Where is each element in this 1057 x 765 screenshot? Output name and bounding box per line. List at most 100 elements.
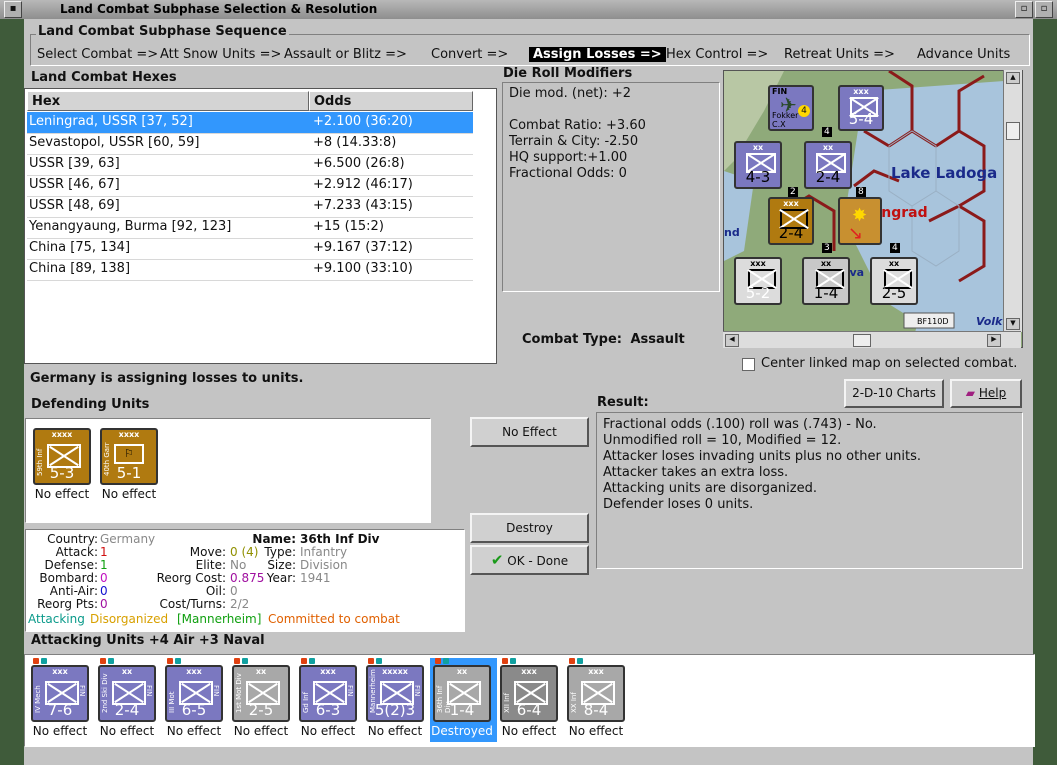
hex-name: China [75, 134]	[29, 240, 131, 255]
unit-status-dot	[41, 658, 47, 664]
attacking-unit-counter[interactable]: xxx Gd Inf FIN 6-3	[299, 665, 357, 722]
result-title: Result:	[595, 395, 651, 410]
hex-row[interactable]: Leningrad, USSR [37, 52] +2.100 (36:20)	[27, 112, 473, 134]
attacking-unit-result: No effect	[367, 724, 423, 738]
bf110-label: BF110D	[917, 317, 949, 326]
unit-status-dot	[502, 658, 508, 664]
scroll-down-icon[interactable]: ▼	[1006, 318, 1020, 330]
unit-strength: 6-5	[181, 701, 207, 719]
modifier-line: HQ support:+1.00	[509, 150, 628, 165]
maximize-button[interactable]: ▫	[1035, 1, 1053, 18]
help-label: Help	[978, 386, 1007, 400]
hex-row[interactable]: USSR [48, 69] +7.233 (43:15)	[27, 196, 473, 218]
unit-status-dot	[510, 658, 516, 664]
stack-marker: 3	[822, 243, 832, 253]
unit-size: xxx	[853, 87, 869, 96]
oil-label: Oil:	[205, 584, 226, 598]
left-frame	[0, 19, 24, 765]
right-frame	[1033, 19, 1057, 765]
defense-value: 1	[100, 558, 108, 572]
defending-unit-result: No effect	[34, 487, 90, 501]
elite-label: Elite:	[195, 558, 226, 572]
unit-strength: 5(2)3	[374, 701, 416, 719]
hex-row[interactable]: Sevastopol, USSR [60, 59] +8 (14.33:8)	[27, 133, 473, 155]
defending-unit-counter[interactable]: xxxx 59th Inf 5-3	[33, 428, 91, 485]
no-effect-button[interactable]: No Effect	[470, 417, 589, 447]
attacking-panel: xxx IV Mech FIN 7-6 No effect xx 2nd Ski Div FI…	[24, 654, 1035, 747]
attacking-unit-counter[interactable]: xx 2nd Ski Div FIN 2-4	[98, 665, 156, 722]
reorg-label: Reorg Pts:	[37, 597, 98, 611]
attacking-unit-result: No effect	[568, 724, 624, 738]
hex-row[interactable]: China [89, 138] +9.100 (33:10)	[27, 259, 473, 281]
attacking-unit-counter[interactable]: xx 1st Mot Div 2-5	[232, 665, 290, 722]
hex-list[interactable]: Hex Odds Leningrad, USSR [37, 52] +2.100 …	[24, 88, 497, 364]
ok-done-button[interactable]: ✔ OK - Done	[470, 545, 589, 575]
hex-row[interactable]: China [75, 134] +9.167 (37:12)	[27, 238, 473, 260]
attacking-unit-result: No effect	[300, 724, 356, 738]
map-unit-m1[interactable]: xx 4-3	[734, 141, 782, 189]
cost-turns-value: 2/2	[230, 597, 250, 611]
map-text-volk: Volk	[976, 315, 1003, 328]
unit-size: xx	[888, 259, 900, 268]
attacking-unit-result: No effect	[32, 724, 88, 738]
unit-status-dot	[301, 658, 307, 664]
hex-row[interactable]: USSR [39, 63] +6.500 (26:8)	[27, 154, 473, 176]
map-unit-top[interactable]: xxx 5-4	[838, 85, 884, 131]
defending-unit-counter[interactable]: xxxx 40th Garr ⚐ 5-1	[100, 428, 158, 485]
combat-window: ▪ Land Combat Subphase Selection & Resol…	[0, 0, 1057, 765]
air-name: Fokker C.X	[772, 111, 799, 129]
attack-arrow-icon: ↘	[848, 223, 864, 244]
map-unit-m2[interactable]: xx 2-4	[804, 141, 852, 189]
result-panel: Fractional odds (.100) roll was (.743) -…	[596, 412, 1023, 569]
scroll-left-icon[interactable]: ◀	[725, 334, 739, 347]
map-horizontal-scrollbar[interactable]: ◀ ▶	[723, 331, 1021, 348]
scroll-up-icon[interactable]: ▲	[1006, 72, 1020, 84]
map-combat-stack[interactable]: ✸ ↘	[838, 197, 882, 245]
attacking-unit-counter[interactable]: xx 36th Inf Div 1-4	[433, 665, 491, 722]
elite-value: No	[230, 558, 247, 572]
map-unit-g[interactable]: xxx 2-4	[768, 197, 814, 245]
map-unit-b3[interactable]: xx 2-5	[870, 257, 918, 305]
size-label: Size:	[267, 558, 296, 572]
combat-type-value: Assault	[630, 332, 685, 347]
hex-column-header[interactable]: Hex	[27, 91, 309, 111]
hex-odds: +8 (14.33:8)	[313, 135, 397, 150]
phase-assault-blitz: Assault or Blitz =>	[284, 47, 407, 62]
name-value: 36th Inf Div	[300, 532, 380, 546]
center-map-checkbox[interactable]	[742, 358, 755, 371]
hex-row[interactable]: Yenangyaung, Burma [92, 123] +15 (15:2)	[27, 217, 473, 239]
unit-strength: 2-5	[881, 284, 907, 302]
bombard-label: Bombard:	[39, 571, 98, 585]
map-unit-b1[interactable]: xxx 5-2	[734, 257, 782, 305]
attacking-unit-counter[interactable]: xxxxx Mannerheim FIN 5(2)3	[366, 665, 424, 722]
attacking-unit-result: No effect	[501, 724, 557, 738]
size-value: Division	[300, 558, 348, 572]
result-line: Fractional odds (.100) roll was (.743) -…	[603, 417, 877, 432]
map-air-counter[interactable]: FIN ✈ 4 Fokker C.X	[768, 85, 814, 131]
system-menu-button[interactable]: ▪	[4, 1, 22, 18]
year-value: 1941	[300, 571, 331, 585]
phase-advance-units: Advance Units	[917, 47, 1011, 62]
map-unit-b2[interactable]: xx 1-4	[802, 257, 850, 305]
result-line: Defender loses 0 units.	[603, 497, 754, 512]
stack-marker: 8	[856, 187, 866, 197]
odds-column-header[interactable]: Odds	[309, 91, 473, 111]
charts-button[interactable]: 2-D-10 Charts	[844, 379, 944, 408]
attacking-unit-counter[interactable]: xxx IV Mech FIN 7-6	[31, 665, 89, 722]
name-label: Name:	[252, 532, 296, 546]
destroy-button[interactable]: Destroy	[470, 513, 589, 543]
minimize-button[interactable]: ▫	[1015, 1, 1033, 18]
map-vertical-scrollbar[interactable]: ▲ ▼	[1003, 70, 1022, 332]
stack-marker: 4	[890, 243, 900, 253]
horizontal-scroll-thumb[interactable]	[853, 334, 871, 347]
attacking-unit-counter[interactable]: xxx XII Inf 6-4	[500, 665, 558, 722]
attacking-unit-counter[interactable]: xxx XX Inf 8-4	[567, 665, 625, 722]
linked-map[interactable]: Lake Ladoga eningrad nd eva Volk BF110D …	[723, 70, 1023, 348]
unit-status-dot	[577, 658, 583, 664]
scroll-right-icon[interactable]: ▶	[987, 334, 1001, 347]
attacking-unit-counter[interactable]: xxx III Mot FIN 6-5	[165, 665, 223, 722]
unit-status-dot	[569, 658, 575, 664]
hex-row[interactable]: USSR [46, 67] +2.912 (46:17)	[27, 175, 473, 197]
help-button[interactable]: ▰ Help	[950, 379, 1022, 408]
vertical-scroll-thumb[interactable]	[1006, 122, 1020, 140]
